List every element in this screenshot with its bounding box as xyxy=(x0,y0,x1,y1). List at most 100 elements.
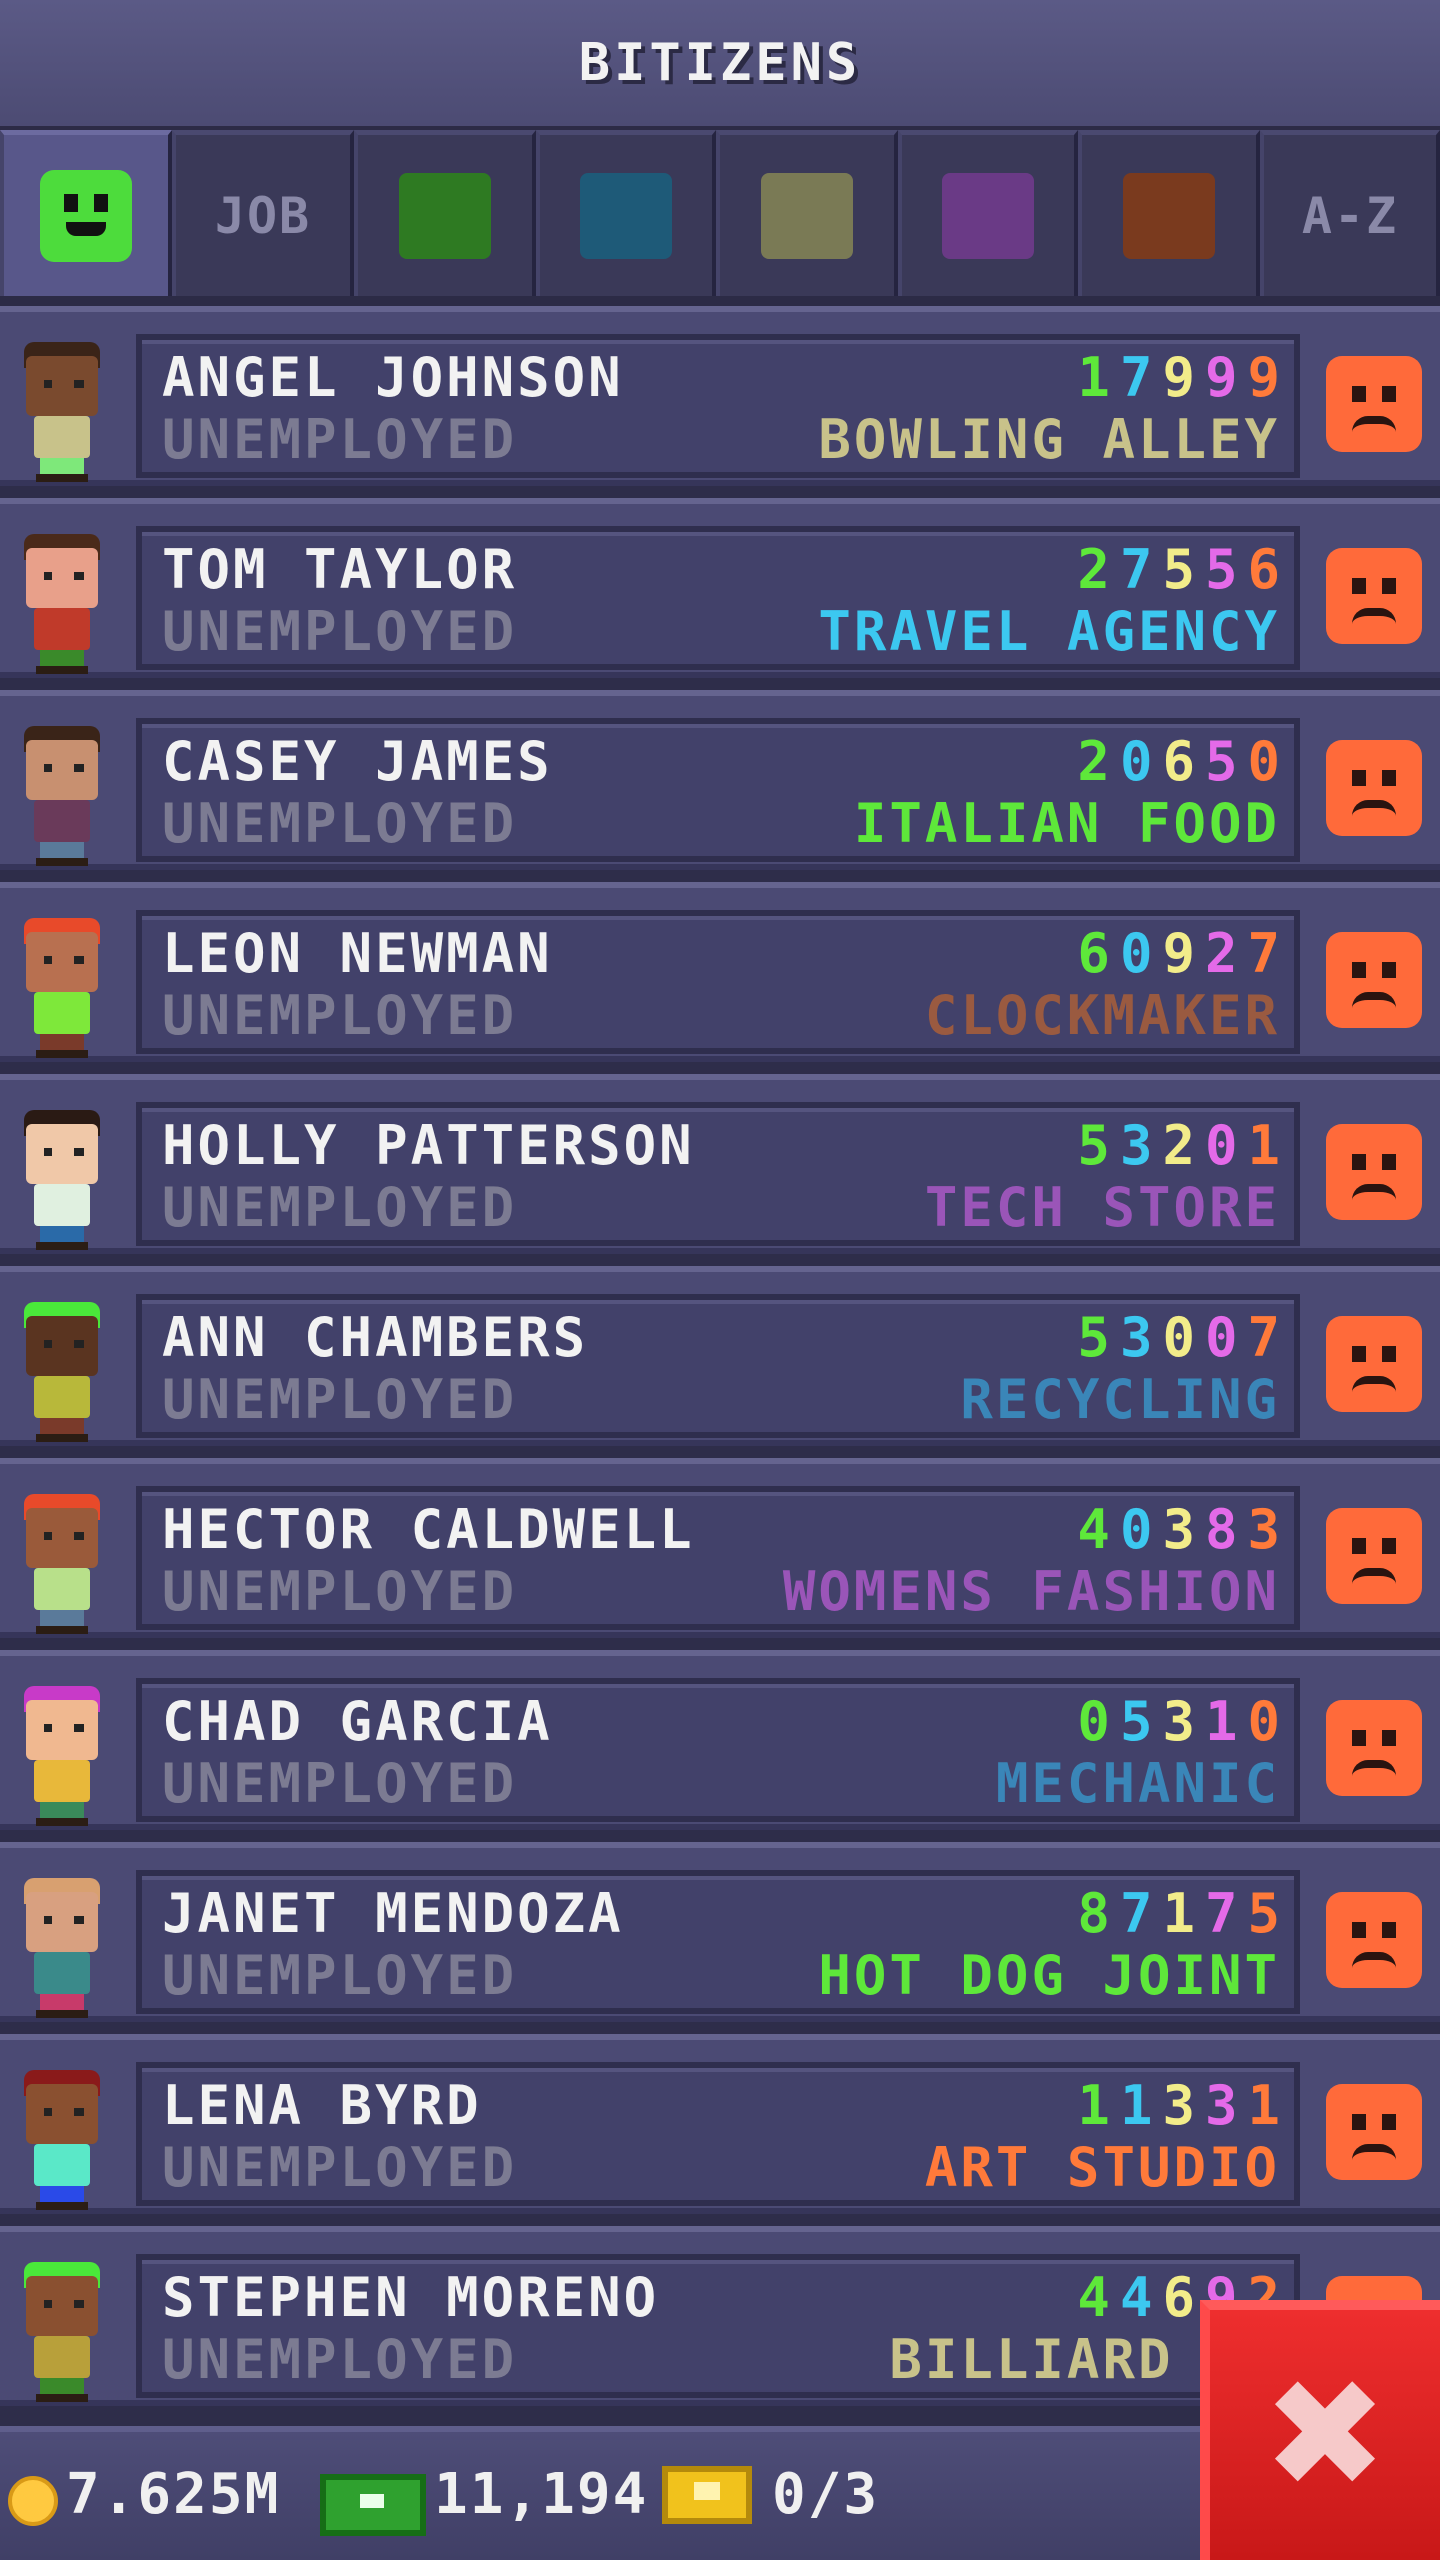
number-digit: 0 xyxy=(1204,1306,1248,1369)
coin-icon xyxy=(8,2476,58,2526)
bitizen-avatar xyxy=(18,1878,108,2018)
citizen-card: ANGEL JOHNSON UNEMPLOYED 17999 BOWLING A… xyxy=(136,334,1300,478)
number-digit: 7 xyxy=(1119,1882,1163,1945)
bitizen-avatar xyxy=(18,1494,108,1634)
bux-value: 11,194 xyxy=(434,2462,649,2527)
purple-swatch-icon xyxy=(942,172,1034,259)
number-digit: 1 xyxy=(1077,2074,1120,2137)
number-digit: 0 xyxy=(1247,730,1290,793)
citizen-row[interactable]: JANET MENDOZA UNEMPLOYED 87175 HOT DOG J… xyxy=(0,1842,1440,2022)
citizen-number: 05310 xyxy=(1077,1690,1290,1753)
citizen-status: UNEMPLOYED xyxy=(162,984,518,1047)
tab-sort-az[interactable]: A-Z xyxy=(1260,130,1440,296)
number-digit: 6 xyxy=(1077,922,1120,985)
close-icon: ✖ xyxy=(1262,2348,1388,2522)
number-digit: 5 xyxy=(1247,1882,1290,1945)
citizen-status: UNEMPLOYED xyxy=(162,2328,518,2391)
citizen-row[interactable]: LEON NEWMAN UNEMPLOYED 60927 CLOCKMAKER xyxy=(0,882,1440,1062)
tab-job[interactable]: JOB xyxy=(172,130,354,296)
citizen-row[interactable]: ANN CHAMBERS UNEMPLOYED 53007 RECYCLING xyxy=(0,1266,1440,1446)
brown-swatch-icon xyxy=(1123,172,1215,259)
number-digit: 1 xyxy=(1077,346,1120,409)
citizen-card: HOLLY PATTERSON UNEMPLOYED 53201 TECH ST… xyxy=(136,1102,1300,1246)
bitizen-avatar xyxy=(18,1686,108,1826)
number-digit: 3 xyxy=(1162,1498,1205,1561)
tab-category-brown[interactable] xyxy=(1078,130,1260,296)
citizen-row[interactable]: LENA BYRD UNEMPLOYED 11331 ART STUDIO xyxy=(0,2034,1440,2214)
number-digit: 2 xyxy=(1077,538,1120,601)
number-digit: 1 xyxy=(1204,1690,1248,1753)
number-digit: 9 xyxy=(1162,346,1205,409)
citizen-name: JANET MENDOZA xyxy=(162,1882,624,1945)
number-digit: 2 xyxy=(1204,922,1248,985)
sad-face-icon xyxy=(1326,1892,1422,1988)
citizen-row[interactable]: TOM TAYLOR UNEMPLOYED 27556 TRAVEL AGENC… xyxy=(0,498,1440,678)
citizen-name: TOM TAYLOR xyxy=(162,538,518,601)
number-digit: 3 xyxy=(1162,2074,1205,2137)
citizen-dream-job: TRAVEL AGENCY xyxy=(818,600,1280,663)
citizen-status: UNEMPLOYED xyxy=(162,792,518,855)
sad-face-icon xyxy=(1326,1508,1422,1604)
citizen-card: CHAD GARCIA UNEMPLOYED 05310 MECHANIC xyxy=(136,1678,1300,1822)
citizen-card: LENA BYRD UNEMPLOYED 11331 ART STUDIO xyxy=(136,2062,1300,2206)
number-digit: 0 xyxy=(1162,1306,1205,1369)
tab-happiness[interactable] xyxy=(0,130,172,296)
sad-face-icon xyxy=(1326,740,1422,836)
citizen-dream-job: BOWLING ALLEY xyxy=(818,408,1280,471)
citizen-name: STEPHEN MORENO xyxy=(162,2266,660,2329)
close-button[interactable]: ✖ xyxy=(1200,2300,1440,2560)
bitizen-avatar xyxy=(18,1110,108,1250)
citizen-name: ANN CHAMBERS xyxy=(162,1306,589,1369)
citizen-number: 27556 xyxy=(1077,538,1290,601)
number-digit: 3 xyxy=(1119,1114,1163,1177)
tab-category-blue[interactable] xyxy=(536,130,716,296)
number-digit: 0 xyxy=(1119,730,1163,793)
filter-tabs: JOB A-Z xyxy=(0,126,1440,306)
page-title: BITIZENS xyxy=(578,33,862,93)
citizen-status: UNEMPLOYED xyxy=(162,1176,518,1239)
citizen-row[interactable]: ANGEL JOHNSON UNEMPLOYED 17999 BOWLING A… xyxy=(0,306,1440,486)
sad-face-icon xyxy=(1326,356,1422,452)
number-digit: 0 xyxy=(1077,1690,1120,1753)
number-digit: 3 xyxy=(1204,2074,1248,2137)
citizen-card: TOM TAYLOR UNEMPLOYED 27556 TRAVEL AGENC… xyxy=(136,526,1300,670)
number-digit: 5 xyxy=(1204,538,1248,601)
number-digit: 9 xyxy=(1247,346,1290,409)
citizen-name: CHAD GARCIA xyxy=(162,1690,553,1753)
number-digit: 7 xyxy=(1247,1306,1290,1369)
citizen-number: 17999 xyxy=(1077,346,1290,409)
number-digit: 7 xyxy=(1119,346,1163,409)
citizen-dream-job: ITALIAN FOOD xyxy=(853,792,1280,855)
citizen-number: 40383 xyxy=(1077,1498,1290,1561)
citizen-row[interactable]: HOLLY PATTERSON UNEMPLOYED 53201 TECH ST… xyxy=(0,1074,1440,1254)
citizen-dream-job: CLOCKMAKER xyxy=(924,984,1280,1047)
number-digit: 1 xyxy=(1119,2074,1163,2137)
number-digit: 1 xyxy=(1162,1882,1205,1945)
citizen-status: UNEMPLOYED xyxy=(162,600,518,663)
citizen-card: STEPHEN MORENO UNEMPLOYED 44692 BILLIARD… xyxy=(136,2254,1300,2398)
tab-category-green[interactable] xyxy=(354,130,536,296)
bitizen-avatar xyxy=(18,534,108,674)
bux-icon xyxy=(320,2474,426,2536)
sad-face-icon xyxy=(1326,932,1422,1028)
citizen-dream-job: TECH STORE xyxy=(924,1176,1280,1239)
number-digit: 2 xyxy=(1077,730,1120,793)
sad-face-icon xyxy=(1326,1124,1422,1220)
tab-category-purple[interactable] xyxy=(898,130,1078,296)
citizen-row[interactable]: HECTOR CALDWELL UNEMPLOYED 40383 WOMENS … xyxy=(0,1458,1440,1638)
sad-face-icon xyxy=(1326,548,1422,644)
tab-category-olive[interactable] xyxy=(716,130,898,296)
bitizen-avatar xyxy=(18,2070,108,2210)
citizen-card: HECTOR CALDWELL UNEMPLOYED 40383 WOMENS … xyxy=(136,1486,1300,1630)
citizen-row[interactable]: CASEY JAMES UNEMPLOYED 20650 ITALIAN FOO… xyxy=(0,690,1440,870)
citizen-row[interactable]: CHAD GARCIA UNEMPLOYED 05310 MECHANIC xyxy=(0,1650,1440,1830)
olive-swatch-icon xyxy=(761,172,853,259)
citizen-status: UNEMPLOYED xyxy=(162,1368,518,1431)
tab-job-label: JOB xyxy=(214,186,312,245)
number-digit: 9 xyxy=(1162,922,1205,985)
blue-swatch-icon xyxy=(580,172,672,259)
citizen-name: LENA BYRD xyxy=(162,2074,482,2137)
citizen-name: ANGEL JOHNSON xyxy=(162,346,624,409)
number-digit: 0 xyxy=(1119,1498,1163,1561)
bitizen-avatar xyxy=(18,1302,108,1442)
